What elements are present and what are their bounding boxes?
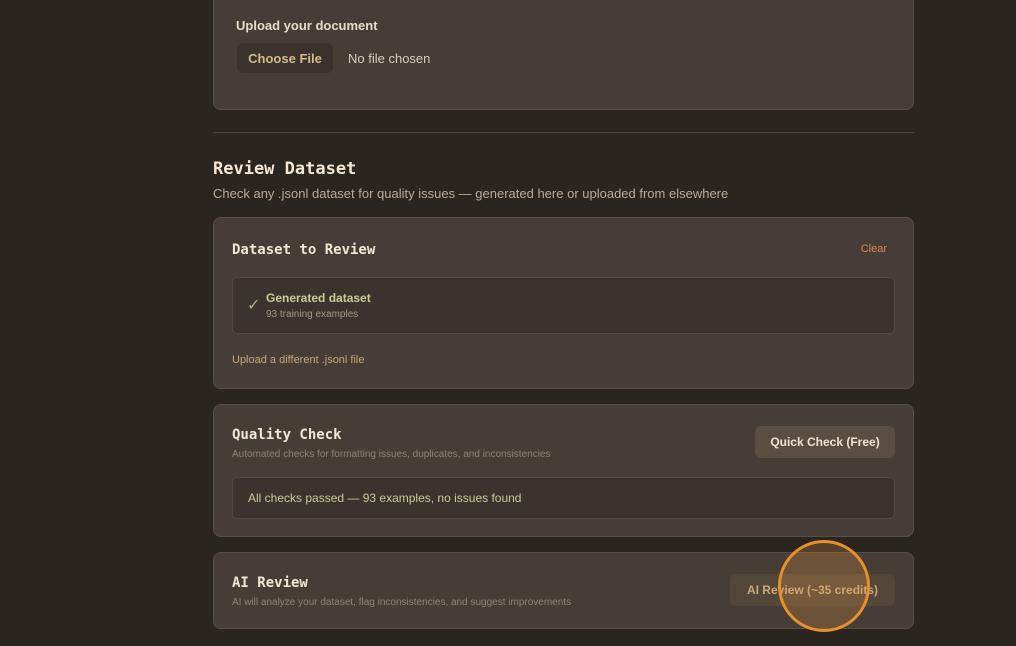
check-icon: ✓ xyxy=(247,297,261,314)
quality-result: All checks passed — 93 examples, no issu… xyxy=(232,477,895,519)
ai-review-title: AI Review xyxy=(232,575,308,591)
dataset-count: 93 training examples xyxy=(266,309,359,320)
upload-different-link[interactable]: Upload a different .jsonl file xyxy=(232,354,365,366)
quality-result-text: All checks passed — 93 examples, no issu… xyxy=(248,491,522,505)
page: Upload your document Choose File No file… xyxy=(0,0,1016,646)
quality-check-title: Quality Check xyxy=(232,427,342,443)
ai-review-card: AI Review AI will analyze your dataset, … xyxy=(213,552,914,629)
dataset-name: Generated dataset xyxy=(266,291,371,305)
choose-file-button[interactable]: Choose File xyxy=(237,43,333,73)
quality-check-card: Quality Check Automated checks for forma… xyxy=(213,404,914,537)
dataset-card: Dataset to Review Clear ✓ Generated data… xyxy=(213,217,914,389)
ai-review-description: AI will analyze your dataset, flag incon… xyxy=(232,597,572,608)
upload-label: Upload your document xyxy=(236,18,378,33)
selected-dataset: ✓ Generated dataset 93 training examples xyxy=(232,277,895,334)
quality-check-description: Automated checks for formatting issues, … xyxy=(232,449,551,460)
upload-card: Upload your document Choose File No file… xyxy=(213,0,914,110)
quick-check-button[interactable]: Quick Check (Free) xyxy=(755,426,895,458)
section-title: Review Dataset xyxy=(213,159,357,179)
section-divider xyxy=(213,132,914,133)
ai-review-button[interactable]: AI Review (~35 credits) xyxy=(730,574,895,606)
clear-link[interactable]: Clear xyxy=(861,243,887,255)
section-subtitle: Check any .jsonl dataset for quality iss… xyxy=(213,186,729,201)
dataset-card-title: Dataset to Review xyxy=(232,242,376,258)
file-status: No file chosen xyxy=(348,51,431,66)
